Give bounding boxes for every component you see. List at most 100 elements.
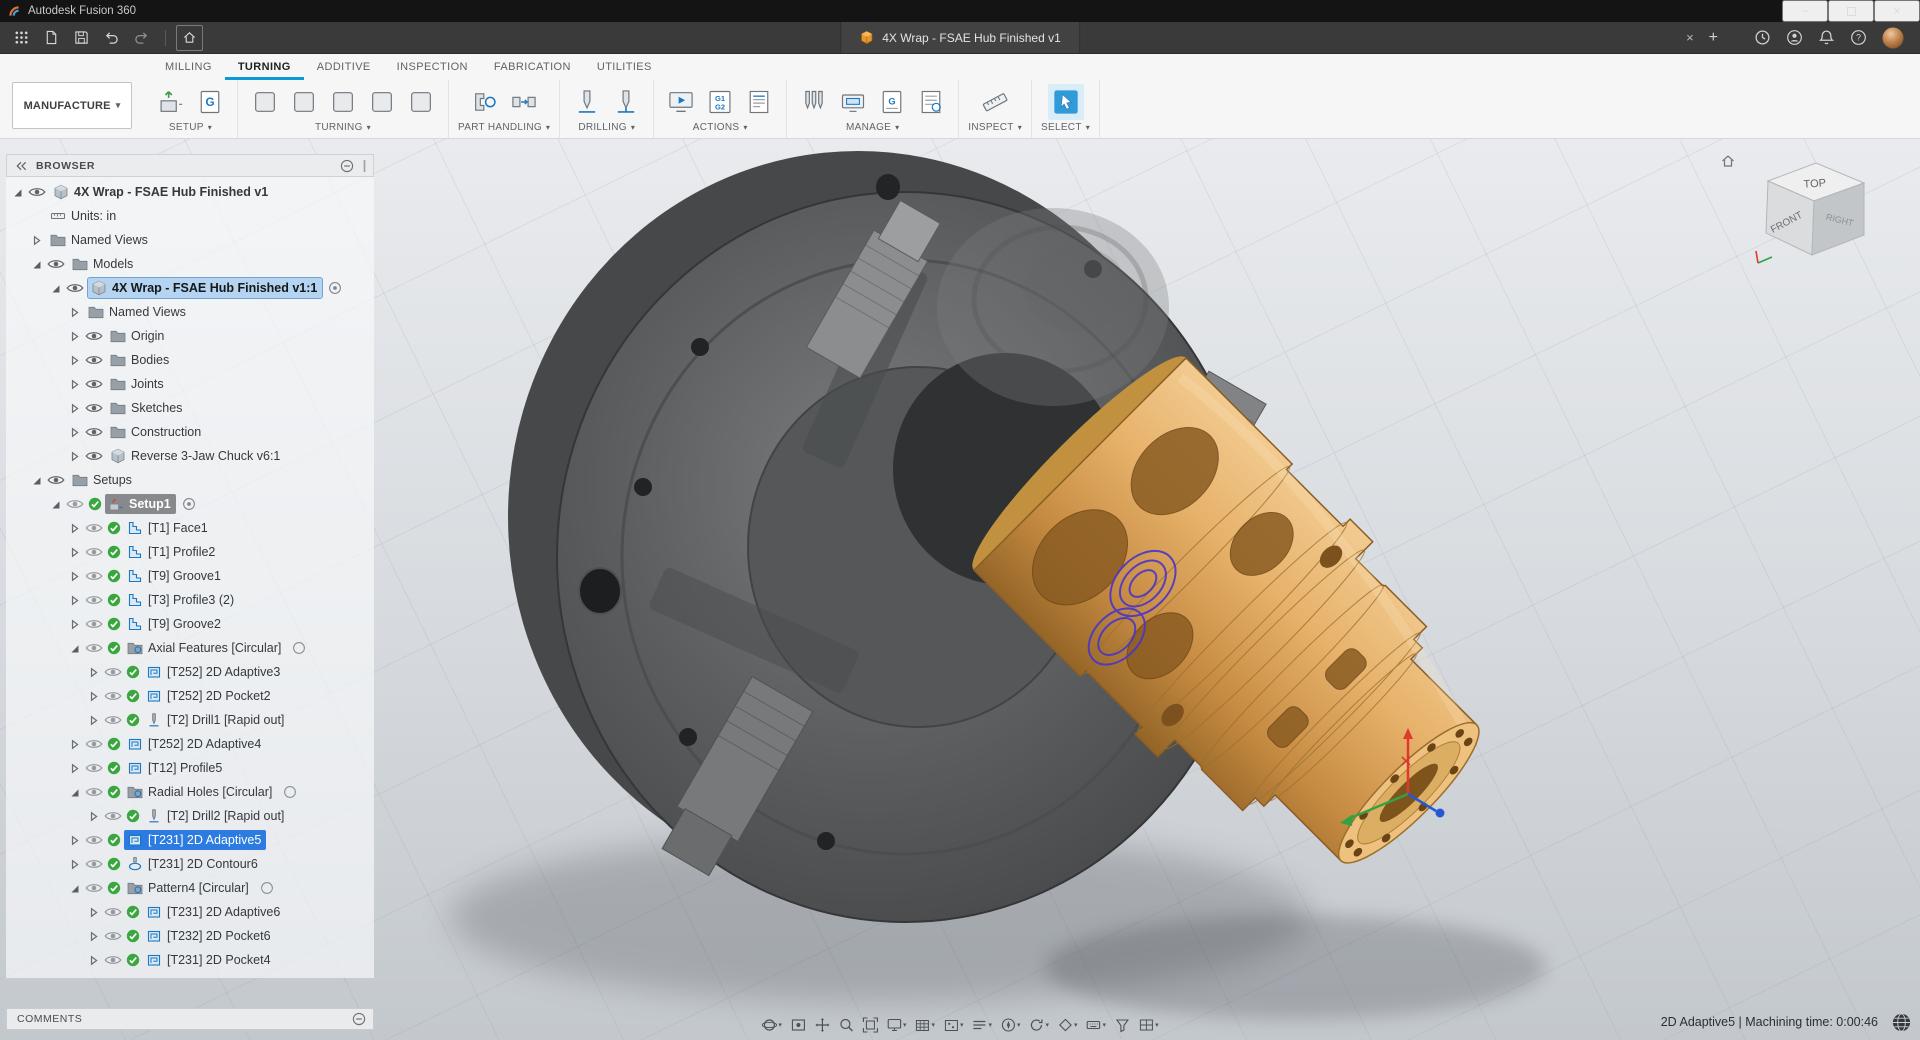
close-tab-button[interactable]: × bbox=[1686, 30, 1694, 45]
tree-item-label[interactable]: [T1] Profile2 bbox=[148, 546, 215, 559]
save-button[interactable] bbox=[68, 25, 95, 51]
caret-right-icon[interactable] bbox=[88, 931, 101, 942]
tree-item[interactable]: [T12] Profile5 bbox=[6, 756, 374, 780]
visibility-eye-icon[interactable] bbox=[104, 954, 123, 966]
caret-right-icon[interactable] bbox=[88, 691, 101, 702]
circle-icon[interactable] bbox=[292, 641, 306, 655]
home-button[interactable] bbox=[176, 25, 203, 51]
tree-item[interactable]: [T1] Face1 bbox=[6, 516, 374, 540]
redo-button[interactable] bbox=[128, 25, 155, 51]
tree-item[interactable]: [T252] 2D Adaptive4 bbox=[6, 732, 374, 756]
circle-icon[interactable] bbox=[283, 785, 297, 799]
zoom-button[interactable] bbox=[835, 1015, 857, 1035]
visibility-eye-icon[interactable] bbox=[85, 834, 104, 846]
tree-item[interactable]: [T231] 2D Contour6 bbox=[6, 852, 374, 876]
visibility-eye-icon[interactable] bbox=[85, 642, 104, 654]
fit-button[interactable] bbox=[859, 1015, 881, 1035]
caret-right-icon[interactable] bbox=[88, 715, 101, 726]
minimize-button[interactable]: − bbox=[1782, 0, 1828, 22]
close-button[interactable]: × bbox=[1874, 0, 1920, 22]
caret-right-icon[interactable] bbox=[69, 595, 82, 606]
tree-item[interactable]: Named Views bbox=[6, 300, 374, 324]
caret-down-icon[interactable] bbox=[69, 643, 82, 654]
caret-right-icon[interactable] bbox=[69, 619, 82, 630]
visibility-eye-icon[interactable] bbox=[66, 498, 85, 510]
visibility-eye-icon[interactable] bbox=[47, 258, 66, 270]
tree-item-label[interactable]: [T252] 2D Adaptive4 bbox=[148, 738, 261, 751]
caret-right-icon[interactable] bbox=[69, 739, 82, 750]
caret-right-icon[interactable] bbox=[69, 547, 82, 558]
ribbon-group-label[interactable]: ACTIONS▾ bbox=[663, 122, 777, 136]
visibility-eye-icon[interactable] bbox=[85, 378, 104, 390]
tree-item-label[interactable]: Pattern4 [Circular] bbox=[148, 882, 249, 895]
visibility-eye-icon[interactable] bbox=[85, 402, 104, 414]
collapse-chevrons-icon[interactable] bbox=[15, 161, 28, 171]
tree-item[interactable]: [T231] 2D Adaptive5 bbox=[6, 828, 374, 852]
tree-item[interactable]: 4X Wrap - FSAE Hub Finished v1:1 bbox=[6, 276, 374, 300]
tab-utilities[interactable]: UTILITIES bbox=[584, 54, 665, 80]
visibility-eye-icon[interactable] bbox=[104, 906, 123, 918]
visibility-eye-icon[interactable] bbox=[85, 330, 104, 342]
setup-sheet-tool-button[interactable] bbox=[741, 84, 777, 120]
tree-item-label[interactable]: [T252] 2D Adaptive3 bbox=[167, 666, 280, 679]
caret-right-icon[interactable] bbox=[88, 907, 101, 918]
tree-item-label[interactable]: Sketches bbox=[131, 402, 182, 415]
tree-item-label[interactable]: Origin bbox=[131, 330, 164, 343]
tree-item[interactable]: Joints bbox=[6, 372, 374, 396]
tree-item-label[interactable]: [T252] 2D Pocket2 bbox=[167, 690, 271, 703]
display-settings-button[interactable]: ▾ bbox=[883, 1015, 910, 1035]
visibility-eye-icon[interactable] bbox=[104, 930, 123, 942]
tab-milling[interactable]: MILLING bbox=[152, 54, 225, 80]
tree-item[interactable]: [T252] 2D Pocket2 bbox=[6, 684, 374, 708]
visibility-eye-icon[interactable] bbox=[85, 450, 104, 462]
tree-item[interactable]: [T2] Drill2 [Rapid out] bbox=[6, 804, 374, 828]
tree-item-label[interactable]: [T231] 2D Adaptive6 bbox=[167, 906, 280, 919]
layout-button[interactable]: ▾ bbox=[968, 1015, 995, 1035]
turn-part-tool-button[interactable] bbox=[403, 84, 439, 120]
visibility-eye-icon[interactable] bbox=[85, 786, 104, 798]
tree-item-label[interactable]: Setups bbox=[93, 474, 132, 487]
visibility-eye-icon[interactable] bbox=[85, 522, 104, 534]
visibility-eye-icon[interactable] bbox=[104, 666, 123, 678]
ribbon-group-label[interactable]: DRILLING▾ bbox=[569, 122, 644, 136]
tree-item-label[interactable]: [T231] 2D Adaptive5 bbox=[148, 834, 261, 847]
visibility-eye-icon[interactable] bbox=[28, 186, 47, 198]
file-new-button[interactable] bbox=[38, 25, 65, 51]
caret-right-icon[interactable] bbox=[88, 811, 101, 822]
caret-right-icon[interactable] bbox=[69, 355, 82, 366]
tree-item-label[interactable]: [T12] Profile5 bbox=[148, 762, 222, 775]
visibility-eye-icon[interactable] bbox=[85, 858, 104, 870]
workspace-selector[interactable]: MANUFACTURE ▾ bbox=[12, 82, 132, 129]
caret-down-icon[interactable] bbox=[69, 883, 82, 894]
caret-down-icon[interactable] bbox=[69, 787, 82, 798]
tree-item-label[interactable]: Construction bbox=[131, 426, 201, 439]
tree-item[interactable]: [T232] 2D Pocket6 bbox=[6, 924, 374, 948]
maximize-button[interactable] bbox=[1828, 0, 1874, 22]
ribbon-group-label[interactable]: SELECT▾ bbox=[1041, 122, 1090, 136]
pan-button[interactable] bbox=[811, 1015, 833, 1035]
circle-icon[interactable] bbox=[260, 881, 274, 895]
circle-minus-icon[interactable] bbox=[340, 159, 354, 173]
undo-button[interactable] bbox=[98, 25, 125, 51]
visibility-eye-icon[interactable] bbox=[66, 282, 85, 294]
job-status-button[interactable] bbox=[1754, 29, 1771, 46]
tree-item[interactable]: [T3] Profile3 (2) bbox=[6, 588, 374, 612]
tool-library-tool-button[interactable] bbox=[796, 84, 832, 120]
viewcube-home-button[interactable] bbox=[1720, 153, 1736, 169]
caret-right-icon[interactable] bbox=[69, 571, 82, 582]
caret-right-icon[interactable] bbox=[69, 835, 82, 846]
tree-item[interactable]: Construction bbox=[6, 420, 374, 444]
setup-tool-button[interactable] bbox=[153, 84, 189, 120]
caret-right-icon[interactable] bbox=[69, 307, 82, 318]
caret-right-icon[interactable] bbox=[69, 427, 82, 438]
globe-icon[interactable] bbox=[1892, 1013, 1911, 1032]
caret-right-icon[interactable] bbox=[31, 235, 44, 246]
profile-status-button[interactable] bbox=[1786, 29, 1803, 46]
caret-down-icon[interactable] bbox=[50, 499, 63, 510]
caret-down-icon[interactable] bbox=[31, 475, 44, 486]
part-transfer-tool-button[interactable] bbox=[506, 84, 542, 120]
document-tab[interactable]: 4X Wrap - FSAE Hub Finished v1 bbox=[840, 22, 1080, 53]
visibility-eye-icon[interactable] bbox=[104, 690, 123, 702]
tab-fabrication[interactable]: FABRICATION bbox=[481, 54, 584, 80]
tree-item[interactable]: Sketches bbox=[6, 396, 374, 420]
